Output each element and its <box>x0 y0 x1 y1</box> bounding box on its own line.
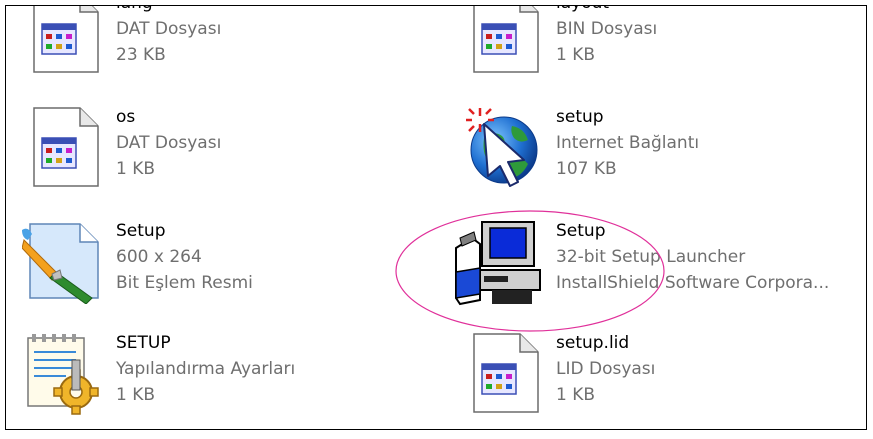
file-type: 600 x 264 <box>116 247 202 267</box>
config-settings-icon <box>22 330 108 416</box>
file-type: Internet Bağlantı <box>556 133 700 153</box>
file-type: LID Dosyası <box>556 359 656 379</box>
file-size: 1 KB <box>116 385 156 405</box>
file-size: Bit Eşlem Resmi <box>116 273 253 293</box>
file-type: Yapılandırma Ayarları <box>116 359 296 379</box>
file-size: 1 KB <box>556 385 596 405</box>
file-name: setup.lid <box>556 333 630 353</box>
file-item-setup-ini[interactable]: SETUP Yapılandırma Ayarları 1 KB <box>22 330 442 429</box>
file-item-setup-bmp[interactable]: Setup 600 x 264 Bit Eşlem Resmi <box>21 218 442 318</box>
file-size: 107 KB <box>556 159 617 179</box>
file-size: InstallShield Software Corpora... <box>556 273 830 293</box>
file-list-pane: lang DAT Dosyası 23 KB layout BIN Dosyas… <box>5 5 867 430</box>
file-item-layout[interactable]: layout BIN Dosyası 1 KB <box>462 6 866 90</box>
file-type: 32-bit Setup Launcher <box>556 247 746 267</box>
dat-file-icon <box>22 104 108 190</box>
file-item-setup-url[interactable]: setup Internet Bağlantı 107 KB <box>462 104 866 204</box>
internet-shortcut-icon <box>462 104 548 190</box>
file-name: lang <box>116 6 221 16</box>
file-type: DAT Dosyası <box>116 19 222 39</box>
lid-file-icon <box>462 330 548 416</box>
file-name: Setup <box>556 221 606 241</box>
installshield-setup-icon <box>446 218 541 306</box>
bottom-edge <box>0 430 873 439</box>
file-name: setup <box>556 107 604 127</box>
dat-file-icon <box>22 6 108 76</box>
file-item-setup-lid[interactable]: setup.lid LID Dosyası 1 KB <box>462 330 866 429</box>
file-name: layout <box>556 6 657 16</box>
file-type: DAT Dosyası <box>116 133 222 153</box>
file-item-os[interactable]: os DAT Dosyası 1 KB <box>22 104 442 204</box>
bin-file-icon <box>462 6 548 76</box>
file-type: BIN Dosyası <box>556 19 658 39</box>
file-name: SETUP <box>116 333 171 353</box>
file-name: os <box>116 107 136 127</box>
file-name: Setup <box>116 221 166 241</box>
bitmap-image-icon <box>21 218 108 305</box>
file-item-setup-exe[interactable]: Setup 32-bit Setup Launcher InstallShiel… <box>446 218 866 318</box>
file-size: 1 KB <box>556 45 596 65</box>
file-size: 1 KB <box>116 159 156 179</box>
file-item-lang[interactable]: lang DAT Dosyası 23 KB <box>22 6 442 90</box>
file-size: 23 KB <box>116 45 166 65</box>
